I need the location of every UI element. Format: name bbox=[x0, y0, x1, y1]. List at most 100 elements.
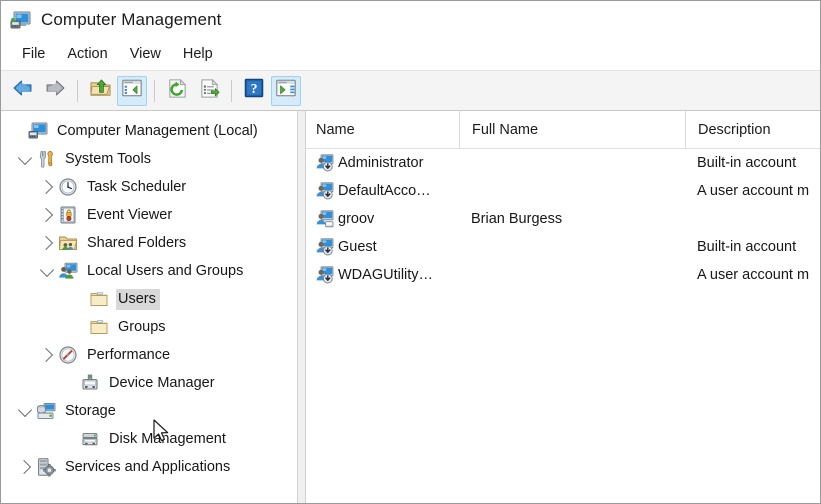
column-header-description[interactable]: Description bbox=[685, 111, 820, 149]
tree-expander-system-tools[interactable] bbox=[14, 156, 36, 163]
computer-management-icon bbox=[10, 9, 32, 31]
tree-item-event-viewer[interactable]: Event Viewer bbox=[1, 201, 297, 229]
user-disabled-icon bbox=[316, 182, 334, 200]
tree-expander-performance[interactable] bbox=[36, 350, 58, 360]
tree-expander-storage[interactable] bbox=[14, 408, 36, 415]
folder-icon bbox=[89, 317, 109, 337]
tree-expander-task-scheduler[interactable] bbox=[36, 182, 58, 192]
tree-item-device-manager[interactable]: Device Manager bbox=[1, 369, 297, 397]
user-disabled-icon bbox=[316, 238, 334, 256]
folder-up-icon bbox=[89, 77, 112, 105]
console-tree-icon bbox=[121, 77, 143, 104]
table-row[interactable]: WDAGUtility… A user account m bbox=[306, 261, 820, 289]
computer-management-window: Computer Management File Action View Hel… bbox=[0, 0, 821, 504]
table-row[interactable]: Administrator Built-in account bbox=[306, 149, 820, 177]
tree-item-storage[interactable]: Storage bbox=[1, 397, 297, 425]
tree-item-label: Local Users and Groups bbox=[85, 261, 247, 282]
tree-expander-event-viewer[interactable] bbox=[36, 210, 58, 220]
tree-item-system-tools[interactable]: System Tools bbox=[1, 145, 297, 173]
show-hide-action-pane-button[interactable] bbox=[271, 76, 301, 106]
cell-name: Guest bbox=[306, 238, 459, 256]
menu-item-view[interactable]: View bbox=[119, 43, 172, 66]
tree-item-label: Users bbox=[116, 289, 160, 310]
column-header-full-name[interactable]: Full Name bbox=[459, 111, 685, 149]
cell-description: Built-in account bbox=[685, 155, 820, 171]
back-button[interactable] bbox=[8, 76, 38, 106]
action-pane-icon bbox=[275, 77, 297, 104]
performance-gauge-icon bbox=[58, 345, 78, 365]
forward-arrow-icon bbox=[43, 76, 67, 105]
tree-item-label: Storage bbox=[63, 401, 120, 422]
tree-expander-local-users-and-groups[interactable] bbox=[36, 268, 58, 275]
tree-item-label: Services and Applications bbox=[63, 457, 234, 478]
tree-item-local-users-and-groups[interactable]: Local Users and Groups bbox=[1, 257, 297, 285]
content-area: Computer Management (Local) System Tools bbox=[1, 111, 820, 503]
forward-button[interactable] bbox=[40, 76, 70, 106]
event-viewer-icon bbox=[58, 205, 78, 225]
svg-text:?: ? bbox=[251, 81, 258, 96]
cell-name: DefaultAcco… bbox=[306, 182, 459, 200]
refresh-button[interactable] bbox=[162, 76, 192, 106]
folder-icon bbox=[89, 289, 109, 309]
clock-icon bbox=[58, 177, 78, 197]
help-button[interactable]: ? bbox=[239, 76, 269, 106]
tree-item-label: Computer Management (Local) bbox=[55, 121, 262, 142]
title-bar: Computer Management bbox=[1, 1, 820, 39]
tree-item-label: Performance bbox=[85, 345, 174, 366]
disk-management-icon bbox=[80, 429, 100, 449]
export-list-button[interactable] bbox=[194, 76, 224, 106]
toolbar-separator bbox=[154, 80, 155, 102]
console-tree-pane[interactable]: Computer Management (Local) System Tools bbox=[1, 111, 298, 503]
user-name-text: Administrator bbox=[338, 155, 423, 171]
menu-item-help[interactable]: Help bbox=[172, 43, 224, 66]
user-name-text: groov bbox=[338, 211, 374, 227]
services-applications-icon bbox=[36, 457, 56, 477]
cell-description: A user account m bbox=[685, 267, 820, 283]
tree-item-users[interactable]: Users bbox=[1, 285, 297, 313]
user-icon bbox=[316, 210, 334, 228]
export-list-icon bbox=[198, 77, 221, 105]
tree-item-label: Groups bbox=[116, 317, 170, 338]
tree-item-computer-management-local[interactable]: Computer Management (Local) bbox=[1, 117, 297, 145]
cell-name: WDAGUtility… bbox=[306, 266, 459, 284]
cell-name: Administrator bbox=[306, 154, 459, 172]
menu-item-action[interactable]: Action bbox=[56, 43, 118, 66]
table-row[interactable]: Guest Built-in account bbox=[306, 233, 820, 261]
device-manager-icon bbox=[80, 373, 100, 393]
table-row[interactable]: groov Brian Burgess bbox=[306, 205, 820, 233]
menu-item-file[interactable]: File bbox=[11, 43, 56, 66]
tree-item-groups[interactable]: Groups bbox=[1, 313, 297, 341]
window-title: Computer Management bbox=[41, 10, 222, 30]
user-name-text: DefaultAcco… bbox=[338, 183, 431, 199]
back-arrow-icon bbox=[11, 76, 35, 105]
computer-icon bbox=[28, 121, 48, 141]
tree-item-services-and-applications[interactable]: Services and Applications bbox=[1, 453, 297, 481]
tree-item-task-scheduler[interactable]: Task Scheduler bbox=[1, 173, 297, 201]
tree-item-label: Device Manager bbox=[107, 373, 219, 394]
user-name-text: WDAGUtility… bbox=[338, 267, 433, 283]
pane-splitter[interactable] bbox=[298, 111, 306, 503]
tree-item-label: System Tools bbox=[63, 149, 155, 170]
system-tools-icon bbox=[36, 149, 56, 169]
user-name-text: Guest bbox=[338, 239, 377, 255]
tree-expander-shared-folders[interactable] bbox=[36, 238, 58, 248]
tree-expander-services-and-applications[interactable] bbox=[14, 462, 36, 472]
cell-description: Built-in account bbox=[685, 239, 820, 255]
cell-full-name: Brian Burgess bbox=[459, 211, 685, 227]
table-row[interactable]: DefaultAcco… A user account m bbox=[306, 177, 820, 205]
shared-folders-icon bbox=[58, 233, 78, 253]
show-hide-console-tree-button[interactable] bbox=[117, 76, 147, 106]
up-one-level-button[interactable] bbox=[85, 76, 115, 106]
tree-item-label: Task Scheduler bbox=[85, 177, 190, 198]
column-header-name[interactable]: Name bbox=[306, 111, 459, 149]
tree-item-shared-folders[interactable]: Shared Folders bbox=[1, 229, 297, 257]
cell-name: groov bbox=[306, 210, 459, 228]
cell-description: A user account m bbox=[685, 183, 820, 199]
tree-item-disk-management[interactable]: Disk Management bbox=[1, 425, 297, 453]
tree-item-performance[interactable]: Performance bbox=[1, 341, 297, 369]
tree-item-label: Event Viewer bbox=[85, 205, 176, 226]
users-list-pane[interactable]: Name Full Name Description bbox=[306, 111, 820, 503]
toolbar: ? bbox=[1, 71, 820, 111]
storage-icon bbox=[36, 401, 56, 421]
tree-item-label: Disk Management bbox=[107, 429, 230, 450]
